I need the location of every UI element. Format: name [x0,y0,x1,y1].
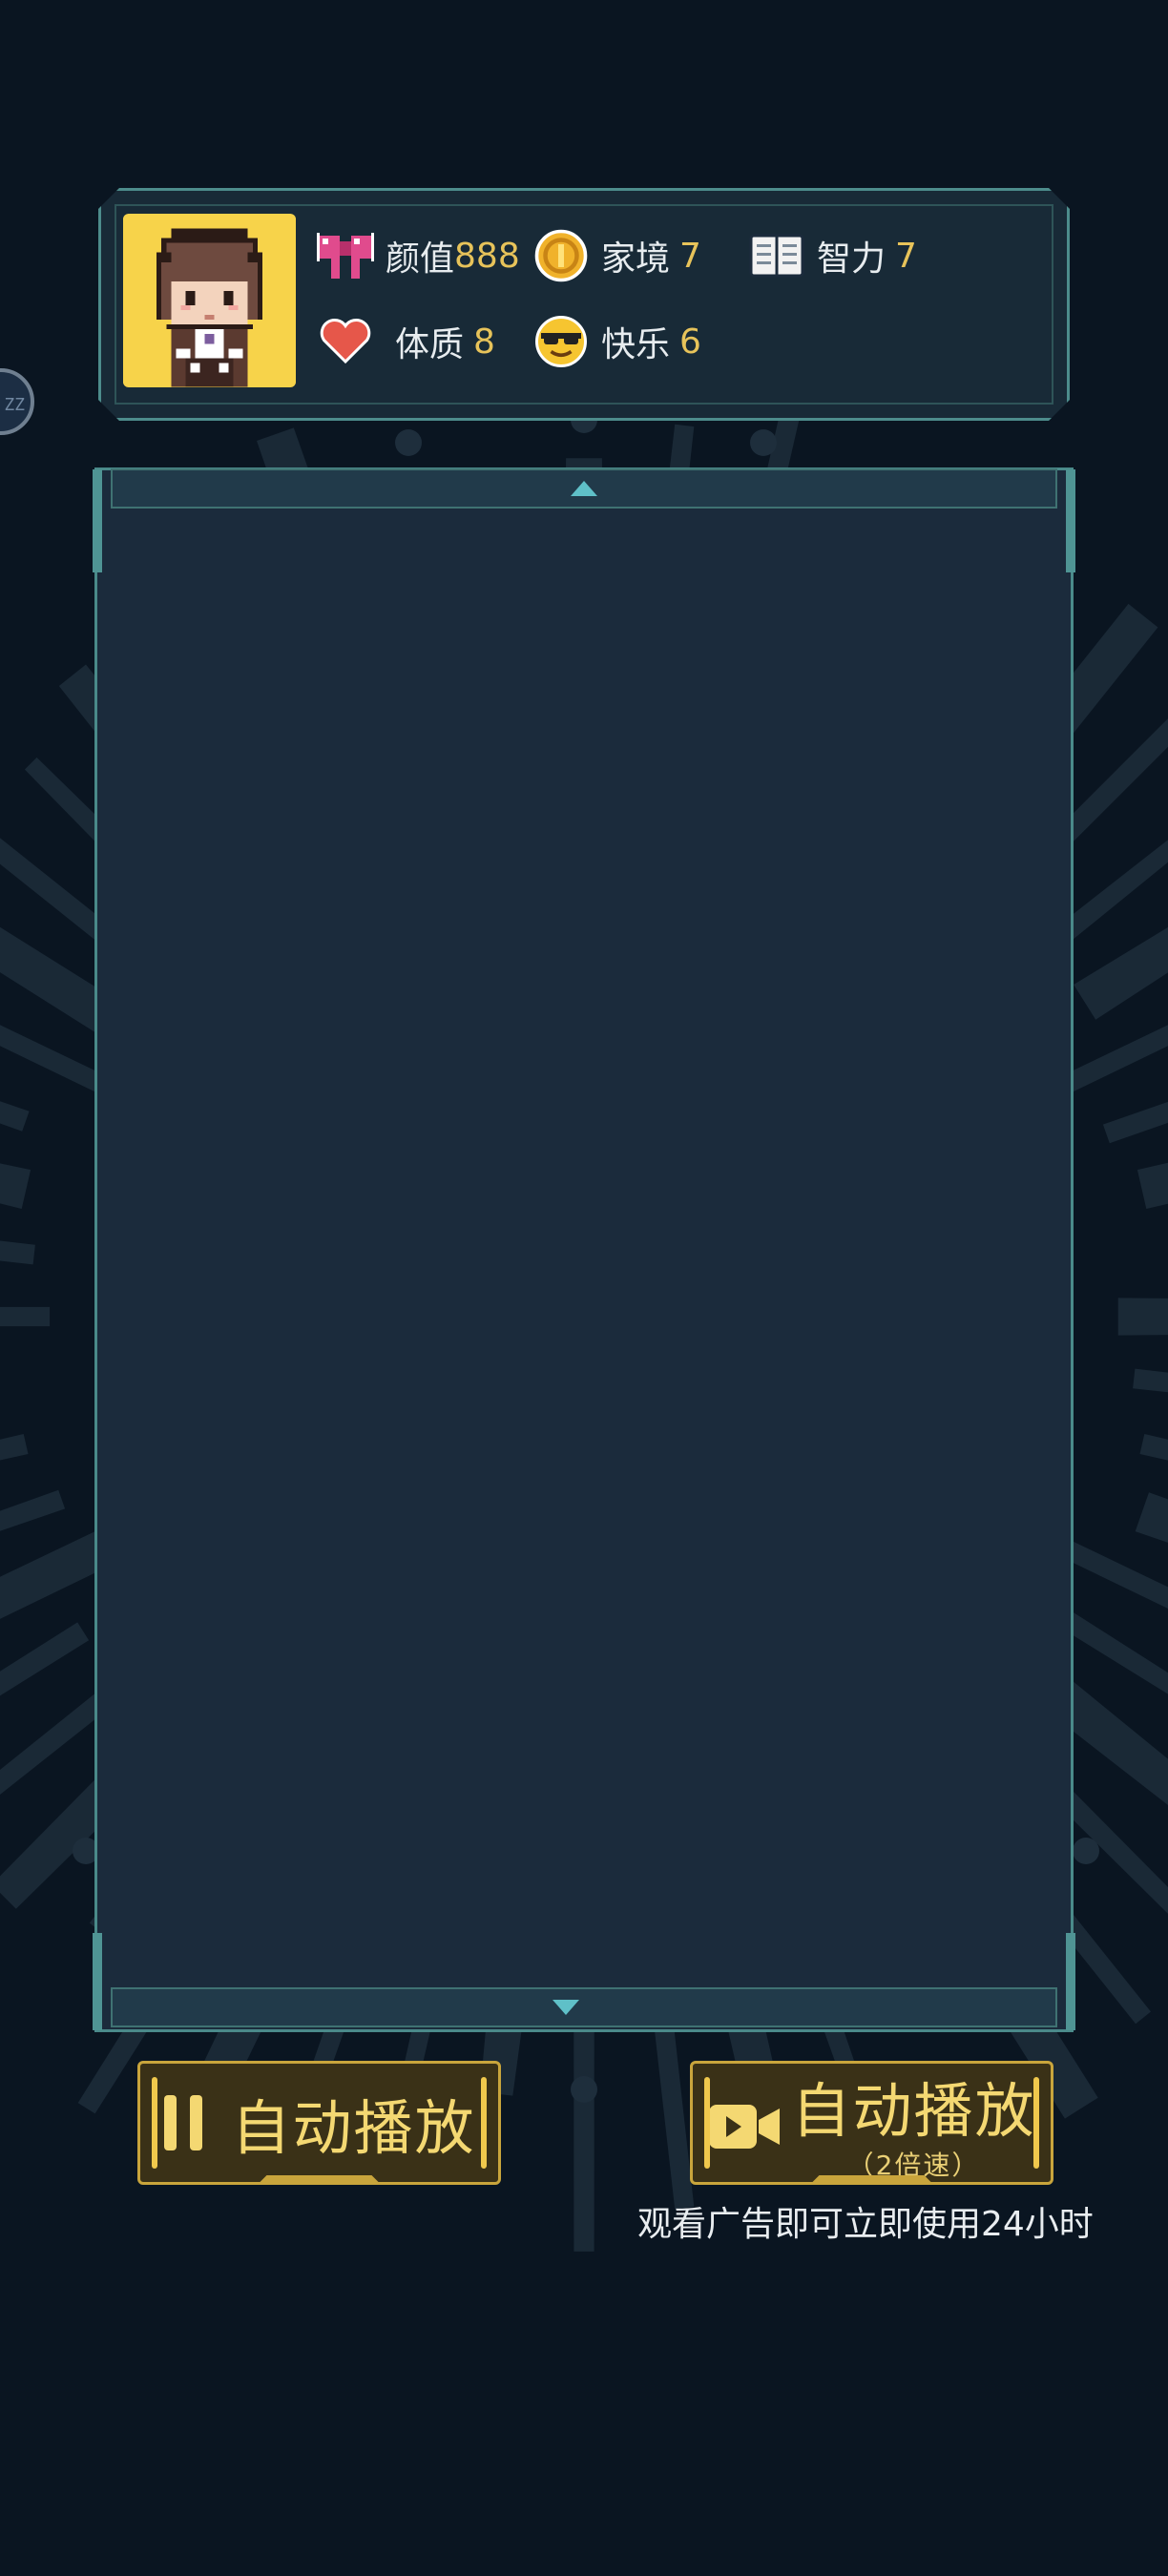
player-avatar[interactable] [123,214,296,387]
story-log-panel[interactable] [94,467,1074,2032]
stat-constitution: 体质 8 [317,313,495,370]
stat-value: 7 [895,236,917,276]
triangle-up-icon [571,481,597,496]
stat-label: 快乐 [601,325,671,364]
stat-label: 家境 [601,239,671,279]
stat-value: 6 [679,322,701,362]
scroll-down-bar[interactable] [111,1987,1057,2027]
pause-icon [164,2095,203,2150]
stat-intellect: 智力 7 [748,227,917,284]
stat-appearance: 颜值 888 [317,227,520,284]
autoplay-2x-label: 自动播放 [791,2076,1036,2146]
stat-family: 家境 7 [532,227,701,284]
game-screen: ZZ 颜值 888 家境 7 智力 7 体质 8 快乐 6 自动播放 自动播放 … [0,0,1168,2576]
triangle-down-icon [553,2000,579,2015]
stat-value: 888 [454,236,520,276]
autoplay-button[interactable]: 自动播放 [137,2061,501,2185]
bow-icon [317,233,374,279]
pixel-girl-avatar [123,214,296,387]
ad-note-text: 观看广告即可立即使用24小时 [637,2205,1094,2244]
stat-value: 8 [473,322,495,362]
stat-value: 7 [679,236,701,276]
video-camera-icon [709,2105,781,2149]
scroll-up-bar[interactable] [111,468,1057,509]
autoplay-label: 自动播放 [231,2093,476,2163]
stat-label: 智力 [817,239,886,279]
book-icon [749,234,804,278]
stat-happiness: 快乐 6 [532,313,701,370]
autoplay-2x-button[interactable]: 自动播放 （2倍速） [690,2061,1053,2185]
stat-label: 颜值 [386,239,455,279]
coin-icon [534,229,588,282]
sunglasses-face-icon [535,316,587,367]
heart-icon [320,319,371,364]
stat-label: 体质 [395,325,465,364]
